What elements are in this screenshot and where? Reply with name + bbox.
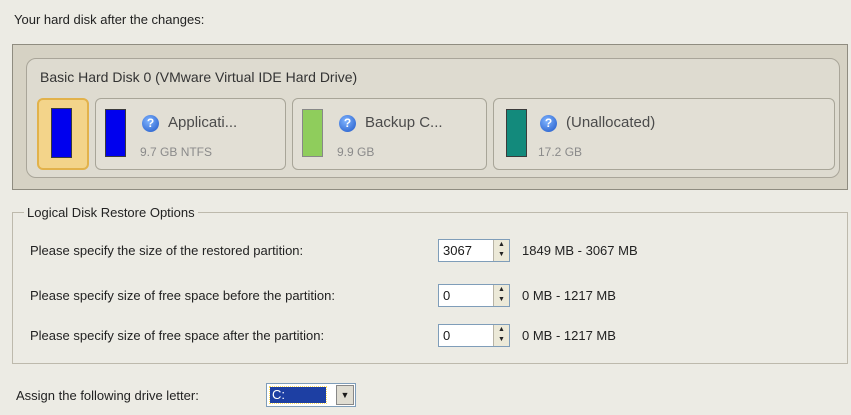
help-icon: ? xyxy=(339,115,356,132)
restored-size-value[interactable]: 3067 xyxy=(443,243,472,258)
partition-applications[interactable]: ? Applicati... 9.7 GB NTFS xyxy=(95,98,286,170)
partition-size: 9.7 GB NTFS xyxy=(140,145,213,159)
partition-color-bar xyxy=(302,109,323,157)
space-after-stepper[interactable]: 0 ▲ ▼ xyxy=(438,324,510,347)
drive-letter-select[interactable]: C: ▼ xyxy=(266,383,356,407)
changes-heading: Your hard disk after the changes: xyxy=(14,12,205,27)
partition-name: Backup C... xyxy=(365,114,443,131)
partition-size: 9.9 GB xyxy=(337,145,375,159)
restored-size-label: Please specify the size of the restored … xyxy=(30,243,304,258)
space-after-range: 0 MB - 1217 MB xyxy=(522,328,616,343)
drive-letter-label: Assign the following drive letter: xyxy=(16,388,199,403)
space-before-value[interactable]: 0 xyxy=(443,288,450,303)
chevron-down-icon[interactable]: ▼ xyxy=(336,385,354,405)
help-icon: ? xyxy=(142,115,159,132)
help-icon: ? xyxy=(540,115,557,132)
partition-unallocated[interactable]: ? (Unallocated) 17.2 GB xyxy=(493,98,835,170)
drive-letter-value[interactable]: C: xyxy=(269,386,327,404)
restored-size-stepper[interactable]: 3067 ▲ ▼ xyxy=(438,239,510,262)
space-before-label: Please specify size of free space before… xyxy=(30,288,335,303)
partition-color-bar xyxy=(105,109,126,157)
spin-arrows-icon[interactable]: ▲ ▼ xyxy=(493,325,509,346)
partition-selected[interactable] xyxy=(37,98,89,170)
spin-arrows-icon[interactable]: ▲ ▼ xyxy=(493,285,509,306)
partition-name: Applicati... xyxy=(168,114,238,131)
restored-size-range: 1849 MB - 3067 MB xyxy=(522,243,638,258)
partition-size: 17.2 GB xyxy=(538,145,583,159)
space-before-range: 0 MB - 1217 MB xyxy=(522,288,616,303)
disk-title: Basic Hard Disk 0 (VMware Virtual IDE Ha… xyxy=(40,69,358,85)
partition-backup[interactable]: ? Backup C... 9.9 GB xyxy=(292,98,487,170)
partition-color-bar xyxy=(51,108,72,158)
partition-color-bar xyxy=(506,109,527,157)
space-before-stepper[interactable]: 0 ▲ ▼ xyxy=(438,284,510,307)
space-after-value[interactable]: 0 xyxy=(443,328,450,343)
restore-options-title: Logical Disk Restore Options xyxy=(24,205,198,220)
spin-arrows-icon[interactable]: ▲ ▼ xyxy=(493,240,509,261)
space-after-label: Please specify size of free space after … xyxy=(30,328,325,343)
partition-name: (Unallocated) xyxy=(566,114,656,131)
